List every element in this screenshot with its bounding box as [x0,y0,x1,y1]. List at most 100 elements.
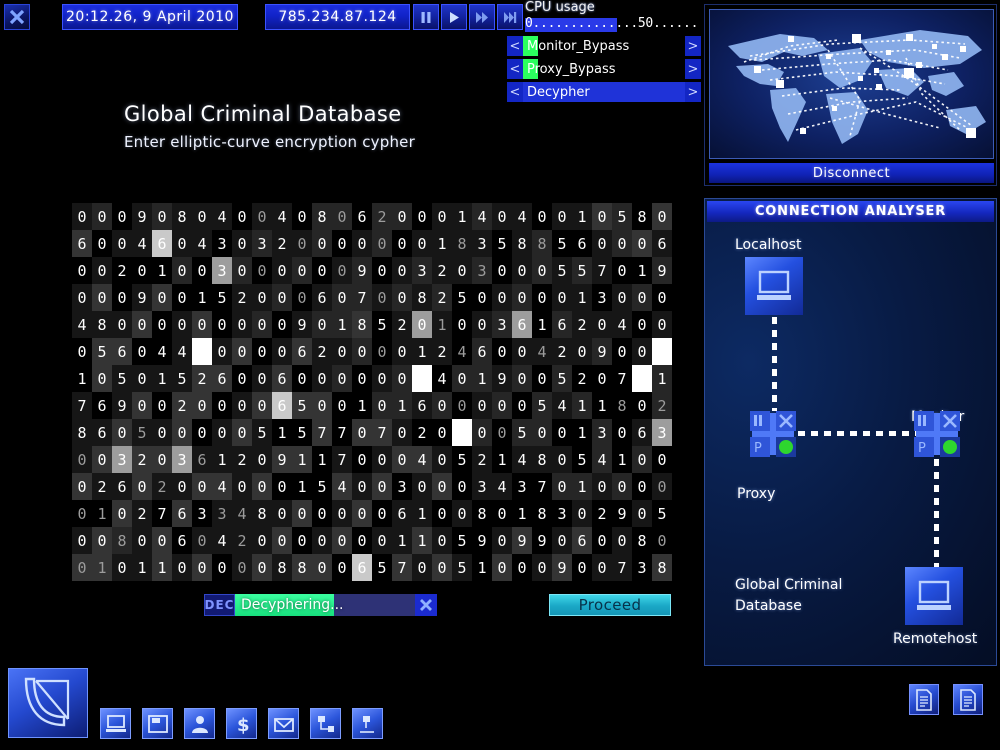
fast-forward-button[interactable] [469,4,495,30]
cipher-cell[interactable]: 8 [72,419,92,446]
cipher-cell[interactable]: 0 [332,392,352,419]
cipher-cell[interactable]: 0 [612,257,632,284]
cipher-cell[interactable]: 0 [492,284,512,311]
cipher-cell[interactable]: 0 [532,365,552,392]
cipher-cell[interactable]: 3 [632,554,652,581]
cipher-cell[interactable]: 0 [152,527,172,554]
cipher-cell[interactable]: 0 [612,527,632,554]
cipher-cell[interactable]: 3 [392,473,412,500]
cipher-cell[interactable]: 0 [192,338,212,365]
cipher-cell[interactable]: 0 [592,311,612,338]
cipher-cell[interactable]: 6 [112,473,132,500]
cipher-cell[interactable]: 0 [132,527,152,554]
cipher-cell[interactable]: 4 [532,338,552,365]
cipher-grid[interactable]: 0009080400408062000140400105806004604303… [72,203,672,581]
cipher-cell[interactable]: 0 [432,500,452,527]
cipher-cell[interactable]: 0 [192,203,212,230]
cipher-cell[interactable]: 4 [132,230,152,257]
cipher-cell[interactable]: 2 [652,392,672,419]
cipher-cell[interactable]: 0 [312,554,332,581]
cipher-cell[interactable]: 1 [312,446,332,473]
cipher-cell[interactable]: 3 [652,419,672,446]
cipher-cell[interactable]: 3 [512,473,532,500]
cipher-cell[interactable]: 1 [132,554,152,581]
cipher-cell[interactable]: 8 [172,203,192,230]
cipher-cell[interactable]: 0 [232,473,252,500]
cipher-cell[interactable]: 0 [72,554,92,581]
cipher-cell[interactable]: 6 [572,230,592,257]
cipher-cell[interactable]: 0 [152,311,172,338]
cipher-cell[interactable]: 0 [492,338,512,365]
cipher-cell[interactable]: 0 [392,365,412,392]
finance-icon[interactable]: $ [226,708,257,739]
cipher-cell[interactable]: 7 [352,284,372,311]
cipher-cell[interactable]: 1 [452,203,472,230]
cipher-cell[interactable]: 0 [512,554,532,581]
cipher-cell[interactable]: 0 [92,257,112,284]
cipher-cell[interactable]: 0 [652,527,672,554]
cipher-cell[interactable]: 2 [372,203,392,230]
cipher-cell[interactable]: 0 [332,230,352,257]
cipher-cell[interactable]: 4 [412,446,432,473]
cipher-cell[interactable]: 0 [592,554,612,581]
cipher-cell[interactable]: 0 [152,419,172,446]
computer-icon[interactable] [100,708,131,739]
task-next-button[interactable]: > [685,59,701,79]
cipher-cell[interactable]: 8 [532,446,552,473]
cipher-cell[interactable]: 0 [232,419,252,446]
remotehost-node[interactable] [905,567,963,625]
cipher-cell[interactable]: 4 [552,392,572,419]
cipher-cell[interactable]: 0 [492,257,512,284]
task-next-button[interactable]: > [685,36,701,56]
cipher-cell[interactable]: 0 [632,311,652,338]
cipher-cell[interactable]: 0 [372,473,392,500]
cipher-cell[interactable]: 0 [72,527,92,554]
document-icon[interactable] [909,684,939,715]
cipher-cell[interactable]: 6 [552,311,572,338]
cipher-cell[interactable]: 0 [392,338,412,365]
cipher-cell[interactable]: 0 [492,392,512,419]
cipher-cell[interactable]: 1 [92,500,112,527]
cipher-cell[interactable]: 0 [172,311,192,338]
cipher-cell[interactable]: 0 [372,392,392,419]
cipher-cell[interactable]: 1 [412,500,432,527]
cipher-cell[interactable]: 6 [272,392,292,419]
cipher-cell[interactable]: 0 [172,554,192,581]
cipher-cell[interactable]: 0 [512,365,532,392]
cipher-cell[interactable]: 2 [552,338,572,365]
cipher-cell[interactable]: 0 [512,338,532,365]
cipher-cell[interactable]: 0 [612,284,632,311]
cipher-cell[interactable]: 5 [652,500,672,527]
cipher-cell[interactable]: 0 [232,554,252,581]
cipher-cell[interactable]: 0 [472,419,492,446]
cipher-cell[interactable]: 0 [72,500,92,527]
cipher-cell[interactable]: 6 [652,230,672,257]
cipher-cell[interactable]: 1 [352,392,372,419]
cipher-cell[interactable]: 0 [452,311,472,338]
cipher-cell[interactable]: 3 [212,257,232,284]
cipher-cell[interactable]: 0 [172,419,192,446]
cipher-cell[interactable]: 0 [172,284,192,311]
cipher-cell[interactable]: 4 [612,311,632,338]
cipher-cell[interactable]: 8 [532,500,552,527]
cipher-cell[interactable]: 3 [472,257,492,284]
cipher-cell[interactable]: 9 [272,446,292,473]
cipher-cell[interactable]: 0 [572,338,592,365]
cipher-cell[interactable]: 2 [312,338,332,365]
cipher-cell[interactable]: 0 [372,500,392,527]
cipher-cell[interactable]: 0 [652,338,672,365]
cipher-cell[interactable]: 1 [592,392,612,419]
cipher-cell[interactable]: 4 [72,311,92,338]
cipher-cell[interactable]: 5 [452,446,472,473]
cipher-cell[interactable]: 1 [532,311,552,338]
cipher-cell[interactable]: 0 [552,419,572,446]
cipher-cell[interactable]: 0 [432,446,452,473]
cipher-cell[interactable]: 1 [292,473,312,500]
cipher-cell[interactable]: 0 [592,527,612,554]
cipher-cell[interactable]: 3 [172,446,192,473]
cipher-cell[interactable]: 0 [112,554,132,581]
cipher-cell[interactable]: 9 [532,527,552,554]
cipher-cell[interactable]: 5 [312,473,332,500]
cipher-cell[interactable]: 0 [112,203,132,230]
cipher-cell[interactable]: 0 [92,203,112,230]
